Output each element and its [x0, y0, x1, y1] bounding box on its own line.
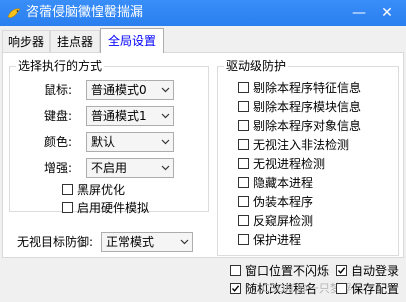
- enhance-label: 增强:: [44, 161, 73, 175]
- strip-object-checkbox[interactable]: 剔除本程序对象信息: [238, 119, 388, 135]
- execution-mode-title: 选择执行的方式: [16, 59, 105, 73]
- checkbox-box: [336, 265, 347, 276]
- hw-emulation-checkbox[interactable]: 启用硬件模拟: [62, 201, 172, 217]
- tab-global-settings[interactable]: 全局设置: [100, 28, 164, 53]
- mouse-label: 鼠标:: [44, 83, 73, 97]
- strip-object-label: 剔除本程序对象信息: [253, 119, 362, 133]
- enhance-mode-select[interactable]: 不启用: [86, 158, 174, 178]
- anti-screen-peek-label: 反窥屏检测: [253, 214, 314, 228]
- checkmark-icon: [231, 285, 240, 292]
- checkmark-icon: [337, 267, 346, 274]
- tab-stepper[interactable]: 响步器: [2, 30, 50, 52]
- chevron-down-icon: [161, 165, 170, 171]
- checkbox-box: [238, 82, 249, 93]
- strip-module-label: 剔除本程序模块信息: [253, 100, 362, 114]
- window-no-flash-checkbox[interactable]: 窗口位置不闪烁: [230, 264, 334, 280]
- close-button[interactable]: ✕: [376, 3, 398, 23]
- black-screen-checkbox[interactable]: 黑屏优化: [62, 183, 152, 199]
- mouse-mode-value: 普通模式0: [91, 83, 147, 97]
- black-screen-label: 黑屏优化: [77, 183, 126, 197]
- save-config-checkbox[interactable]: 保存配置: [336, 282, 404, 298]
- ignore-guard-label: 无视目标防御:: [17, 235, 94, 249]
- auto-login-checkbox[interactable]: 自动登录: [336, 264, 404, 280]
- checkbox-box: [238, 177, 249, 188]
- driver-protection-group: 驱动级防护 剔除本程序特征信息 剔除本程序模块信息 剔除本程序对象信息 无视注入…: [217, 59, 399, 256]
- hw-emulation-label: 启用硬件模拟: [77, 201, 150, 215]
- checkbox-box: [336, 283, 347, 294]
- tab-clicker[interactable]: 挂点器: [50, 30, 100, 52]
- hide-process-checkbox[interactable]: 隐藏本进程: [238, 176, 388, 192]
- settings-panel: 选择执行的方式 鼠标: 普通模式0 键盘: 普通模式1 颜色: 默认 增强: 不…: [2, 52, 404, 258]
- driver-protection-title: 驱动级防护: [224, 59, 289, 73]
- checkbox-box: [238, 196, 249, 207]
- minimize-button[interactable]: —: [348, 3, 370, 23]
- title-bar[interactable]: 咨蓿侵脑黴惶罄揣漏 — ✕: [0, 0, 406, 26]
- checkbox-box: [238, 139, 249, 150]
- strip-module-checkbox[interactable]: 剔除本程序模块信息: [238, 100, 388, 116]
- window-no-flash-label: 窗口位置不闪烁: [245, 264, 330, 278]
- ignore-injection-checkbox[interactable]: 无视注入非法检测: [238, 138, 388, 154]
- color-mode-select[interactable]: 默认: [86, 132, 174, 152]
- chevron-down-icon: [161, 113, 170, 119]
- keyboard-label: 键盘:: [44, 109, 73, 123]
- window-title: 咨蓿侵脑黴惶罄揣漏: [26, 5, 144, 20]
- checkbox-box: [238, 158, 249, 169]
- ignore-guard-value: 正常模式: [106, 235, 155, 249]
- ignore-guard-select[interactable]: 正常模式: [101, 232, 193, 252]
- anti-screen-peek-checkbox[interactable]: 反窥屏检测: [238, 214, 388, 230]
- checkbox-box: [238, 234, 249, 245]
- chevron-down-icon: [161, 139, 170, 145]
- mouse-mode-select[interactable]: 普通模式0: [86, 80, 174, 100]
- checkbox-box: [238, 101, 249, 112]
- strip-feature-label: 剔除本程序特征信息: [253, 81, 362, 95]
- save-config-label: 保存配置: [351, 282, 400, 296]
- enhance-mode-value: 不启用: [91, 161, 128, 175]
- ignore-process-check-label: 无视进程检测: [253, 157, 326, 171]
- checkbox-box: [62, 202, 73, 213]
- chevron-down-icon: [180, 239, 189, 245]
- ignore-injection-label: 无视注入非法检测: [253, 138, 350, 152]
- app-window: 咨蓿侵脑黴惶罄揣漏 — ✕ 响步器 挂点器 全局设置 选择执行的方式 鼠标: 普…: [0, 0, 406, 302]
- protect-process-checkbox[interactable]: 保护进程: [238, 233, 388, 249]
- checkbox-box: [62, 184, 73, 195]
- checkbox-box: [230, 265, 241, 276]
- disguise-program-checkbox[interactable]: 伪装本程序: [238, 195, 388, 211]
- keyboard-mode-value: 普通模式1: [91, 109, 147, 123]
- hide-process-label: 隐藏本进程: [253, 176, 314, 190]
- checkbox-box: [238, 120, 249, 131]
- disguise-program-label: 伪装本程序: [253, 195, 314, 209]
- auto-login-label: 自动登录: [351, 264, 400, 278]
- protect-process-label: 保护进程: [253, 233, 302, 247]
- checkbox-box: [230, 283, 241, 294]
- chevron-down-icon: [161, 87, 170, 93]
- execution-mode-group: 选择执行的方式 鼠标: 普通模式0 键盘: 普通模式1 颜色: 默认 增强: 不…: [9, 59, 209, 215]
- keyboard-mode-select[interactable]: 普通模式1: [86, 106, 174, 126]
- strip-feature-checkbox[interactable]: 剔除本程序特征信息: [238, 81, 388, 97]
- color-mode-value: 默认: [91, 135, 116, 149]
- checkbox-box: [238, 215, 249, 226]
- ignore-process-check-checkbox[interactable]: 无视进程检测: [238, 157, 388, 173]
- yellow-bird-icon: [7, 8, 21, 18]
- color-label: 颜色:: [44, 135, 73, 149]
